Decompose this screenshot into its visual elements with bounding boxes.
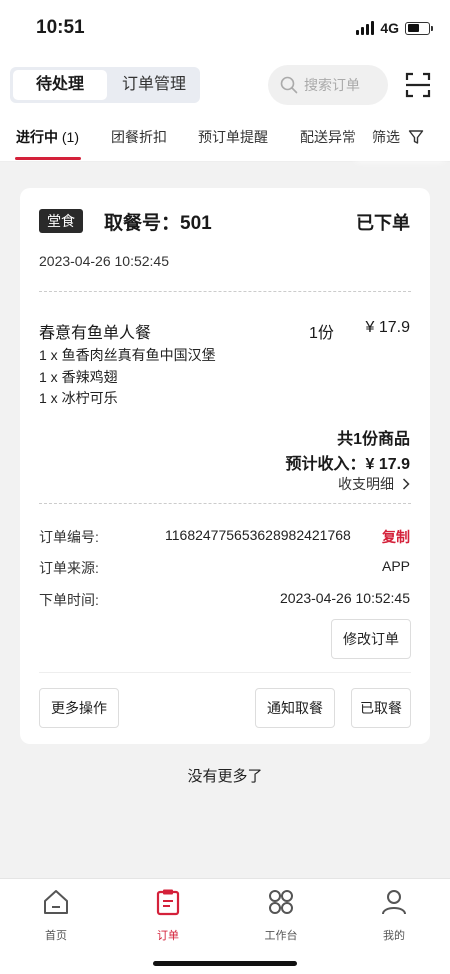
filter-label: 筛选 [372,128,400,145]
status-bar: 10:51 4G [0,0,450,56]
pickup-number: 取餐号：501 [104,213,212,234]
detail-link-label: 收支明细 [338,476,394,492]
tabbar-workbench[interactable]: 工作台 [251,887,311,943]
home-icon [44,890,68,914]
order-time-label: 下单时间: [39,592,99,608]
clipboard-icon [156,889,180,916]
home-indicator [153,961,297,966]
no-more-text: 没有更多了 [187,768,263,785]
tabbar-label: 工作台 [264,930,298,942]
income-detail-link[interactable]: 收支明细 [338,474,410,494]
modify-order-button[interactable]: 修改订单 [331,619,411,659]
grid-icon [269,890,293,914]
tab-in-progress[interactable]: 进行中 (1) [16,127,79,147]
notify-pickup-button[interactable]: 通知取餐 [255,688,335,728]
item-name: 春意有鱼单人餐 [39,325,152,342]
expected-income: 预计收入：¥ 17.9 [285,456,411,473]
status-time: 10:51 [36,17,85,38]
copy-button[interactable]: 复制 [382,527,410,547]
segment-order-management[interactable]: 订单管理 [110,70,198,100]
search-input[interactable]: 搜索订单 [268,65,388,105]
tab-delivery-exception[interactable]: 配送异常 [300,127,356,147]
filter-button[interactable]: 筛选 [362,112,450,161]
dine-in-tag: 堂食 [39,209,83,233]
tab-count: (1) [61,129,80,145]
status-indicators: 4G [356,20,433,36]
segment-pending[interactable]: 待处理 [13,70,107,100]
search-icon [280,76,298,94]
top-bar: 待处理 订单管理 搜索订单 [0,56,450,112]
order-source-label: 订单来源: [39,560,99,576]
tab-underline [15,157,81,160]
sub-item: 1 x 鱼香肉丝真有鱼中国汉堡 [39,347,216,363]
tab-label: 进行中 [16,129,58,145]
tabbar-mine[interactable]: 我的 [364,887,424,943]
filter-icon [408,129,424,144]
tabbar-orders[interactable]: 订单 [138,887,198,943]
battery-icon [405,21,433,35]
bottom-tab-bar: 首页 订单 工作台 我的 [0,878,450,974]
tab-group-discount[interactable]: 团餐折扣 [111,127,167,147]
order-time: 2023-04-26 10:52:45 [39,253,169,269]
network-label: 4G [380,20,399,36]
tabbar-label: 订单 [157,930,179,942]
order-number-value: 11682477565362898242176​8 [165,527,351,543]
picked-up-button[interactable]: 已取餐 [351,688,411,728]
tab-preorder-reminder[interactable]: 预订单提醒 [198,127,268,147]
tabbar-label: 我的 [383,930,405,942]
tabbar-home[interactable]: 首页 [26,887,86,943]
item-price: ¥ 17.9 [365,319,410,336]
divider [39,503,411,504]
segment-control: 待处理 订单管理 [10,67,200,103]
order-time-value: 2023-04-26 10:52:45 [280,590,410,606]
search-placeholder: 搜索订单 [304,77,360,93]
order-number-label: 订单编号: [39,529,99,545]
sub-item: 1 x 冰柠可乐 [39,390,118,406]
order-tabs: 进行中 (1) 团餐折扣 预订单提醒 配送异常 筛选 [0,112,450,162]
signal-icon [356,21,375,35]
sub-item: 1 x 香辣鸡翅 [39,369,118,385]
divider [39,291,411,292]
total-count: 共1份商品 [337,431,410,448]
tabbar-label: 首页 [45,930,67,942]
order-card: 堂食 取餐号：501 已下单 2023-04-26 10:52:45 春意有鱼单… [20,188,430,744]
user-icon [382,890,406,915]
divider [39,672,411,673]
item-quantity: 1份 [309,325,334,342]
chevron-right-icon [402,478,410,490]
more-actions-button[interactable]: 更多操作 [39,688,119,728]
order-status: 已下单 [356,213,410,233]
scan-icon[interactable] [404,71,432,99]
order-source-value: APP [381,558,410,574]
